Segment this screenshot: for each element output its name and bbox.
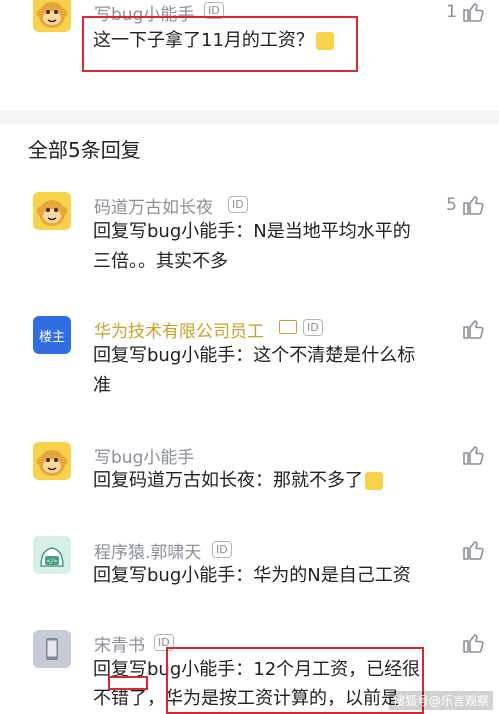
reply-text-line: 回复写bug小能手：N是当地平均水平的 [93, 221, 411, 242]
phone-avatar[interactable] [33, 630, 71, 668]
username[interactable]: 码道万古如长夜 [94, 193, 213, 218]
like-count: 5 [446, 195, 457, 215]
emoji-icon [365, 472, 383, 490]
top-comment: 写bug小能手 ID 1 这一下子拿了11月的工资？ [0, 0, 499, 110]
like-count: 1 [446, 2, 457, 22]
replies-header: 全部5条回复 [28, 138, 141, 162]
programmer-avatar[interactable]: </> [33, 536, 71, 574]
monkey-avatar[interactable] [33, 442, 71, 480]
reply-text-line: 三倍。。其实不多 [93, 251, 228, 272]
monkey-avatar[interactable] [33, 192, 71, 230]
owner-avatar[interactable]: 楼主 [33, 316, 71, 354]
like-button[interactable] [457, 631, 485, 655]
like-button[interactable] [457, 538, 485, 562]
svg-text:</>: </> [47, 558, 58, 565]
thumb-up-icon [463, 196, 484, 215]
username[interactable]: 华为技术有限公司员工 [94, 317, 264, 342]
thumb-up-icon [463, 320, 484, 339]
like-button[interactable]: 1 [446, 0, 485, 24]
watermark: 搜狐号@乐言观察 [388, 691, 493, 710]
monkey-avatar[interactable] [33, 0, 71, 32]
highlight-box [166, 647, 424, 714]
section-divider [0, 110, 499, 124]
username[interactable]: 程序猿.郭啸天 [94, 538, 201, 563]
like-button[interactable] [457, 443, 485, 467]
reply-text-line: 回复写bug小能手：这个不清楚是什么标 [93, 345, 416, 366]
owner-badge-label: 楼主 [38, 329, 65, 345]
thumb-up-icon [463, 3, 484, 22]
thumb-up-icon [463, 634, 484, 653]
highlight-box [82, 16, 358, 72]
id-badge-icon: ID [303, 319, 323, 336]
reply-text-line: 回复写bug小能手：华为的N是自己工资 [93, 565, 411, 586]
like-button[interactable] [457, 317, 485, 341]
thumb-up-icon [463, 541, 484, 560]
id-badge-icon: ID [212, 541, 232, 558]
username[interactable]: 写bug小能手 [94, 443, 194, 468]
verified-card-icon [279, 320, 297, 334]
like-button[interactable]: 5 [446, 193, 485, 217]
username[interactable]: 宋青书 [94, 631, 145, 656]
id-badge-icon: ID [228, 196, 248, 213]
reply-text-line: 准 [93, 375, 111, 396]
thumb-up-icon [463, 446, 484, 465]
highlight-box-small [108, 676, 148, 690]
reply-text-line: 回复码道万古如长夜：那就不多了 [93, 466, 383, 496]
